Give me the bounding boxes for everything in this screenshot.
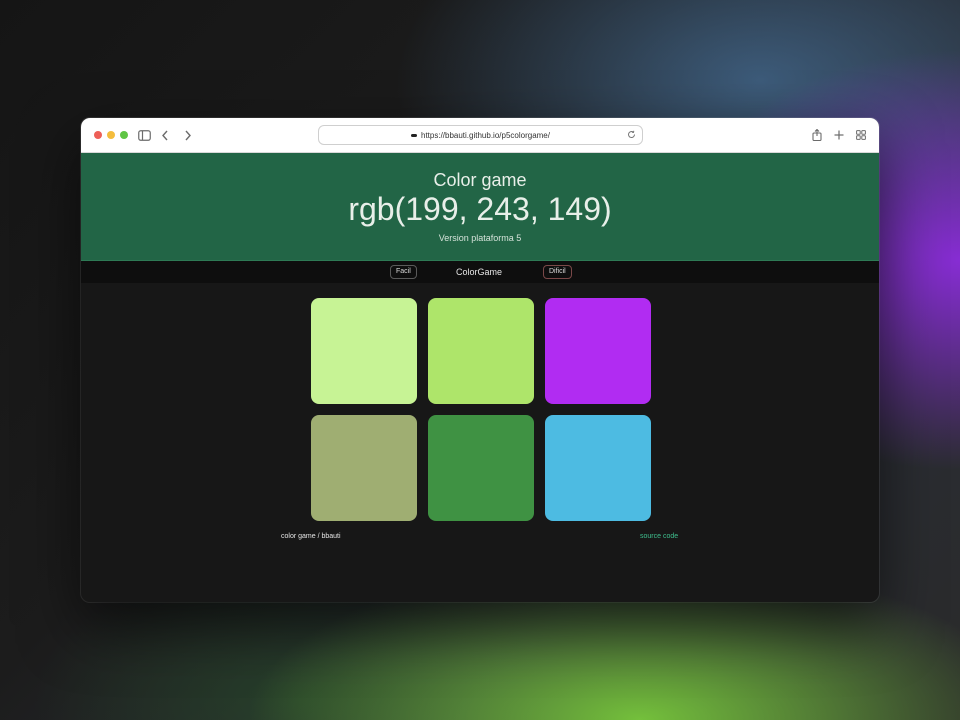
color-square[interactable]: [428, 415, 534, 521]
url-text: https://bbauti.github.io/p5colorgame/: [421, 130, 550, 140]
game-header: Color game rgb(199, 243, 149) Version pl…: [81, 153, 879, 261]
browser-toolbar: https://bbauti.github.io/p5colorgame/: [81, 118, 879, 153]
footer-credit: color game / bbauti: [281, 533, 341, 540]
tab-overview-icon[interactable]: [856, 127, 866, 143]
target-rgb-display: rgb(199, 243, 149): [348, 191, 612, 227]
source-code-link[interactable]: source code: [640, 533, 678, 540]
lock-icon: [411, 133, 417, 137]
maximize-window-button[interactable]: [120, 131, 128, 139]
reload-icon[interactable]: [627, 130, 636, 141]
easy-mode-button[interactable]: Facil: [390, 265, 417, 279]
color-square[interactable]: [311, 298, 417, 404]
version-label: Version plataforma 5: [438, 233, 522, 243]
sidebar-icon[interactable]: [138, 127, 151, 143]
mode-navbar: Facil ColorGame Dificil: [81, 261, 879, 283]
color-square[interactable]: [311, 415, 417, 521]
new-tab-icon[interactable]: [834, 127, 844, 143]
color-square[interactable]: [428, 298, 534, 404]
hard-mode-button[interactable]: Dificil: [543, 265, 572, 279]
browser-window: https://bbauti.github.io/p5colorgame/ Co…: [81, 118, 879, 602]
minimize-window-button[interactable]: [107, 131, 115, 139]
forward-arrow-icon[interactable]: [184, 127, 192, 143]
address-bar[interactable]: https://bbauti.github.io/p5colorgame/: [318, 125, 643, 145]
nav-title: ColorGame: [456, 267, 503, 277]
close-window-button[interactable]: [94, 131, 102, 139]
share-icon[interactable]: [812, 127, 822, 143]
page-title: Color game: [433, 170, 527, 190]
color-square[interactable]: [545, 298, 651, 404]
back-arrow-icon[interactable]: [161, 127, 169, 143]
color-square[interactable]: [545, 415, 651, 521]
